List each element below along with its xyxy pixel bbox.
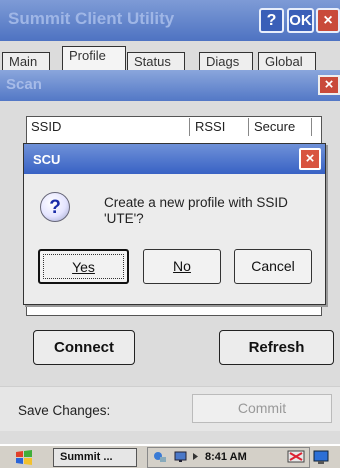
column-rssi[interactable]: RSSI (191, 118, 249, 136)
help-button[interactable]: ? (259, 8, 284, 33)
network-icon[interactable] (153, 450, 167, 463)
no-button[interactable]: No (143, 249, 221, 284)
scan-title-bar (0, 70, 340, 101)
connect-button[interactable]: Connect (33, 330, 135, 365)
taskbar-app-button[interactable]: Summit ... (53, 448, 137, 467)
dialog-message: Create a new profile with SSID 'UTE'? (104, 195, 288, 226)
desktop-icon[interactable] (312, 449, 330, 465)
no-button-label: No (173, 258, 191, 274)
window-title: Summit Client Utility (8, 9, 175, 28)
refresh-button[interactable]: Refresh (219, 330, 334, 365)
question-icon: ? (40, 192, 70, 222)
column-secure[interactable]: Secure (250, 118, 312, 136)
column-ssid[interactable]: SSID (27, 118, 190, 136)
scan-close-button[interactable]: × (318, 75, 340, 95)
close-button[interactable]: × (316, 8, 340, 33)
dialog-title: SCU (33, 152, 61, 167)
keyboard-icon[interactable] (287, 450, 305, 463)
ok-button[interactable]: OK (287, 8, 314, 33)
tab-main[interactable]: Main (2, 52, 50, 70)
tab-global[interactable]: Global (258, 52, 316, 70)
commit-button[interactable]: Commit (192, 394, 332, 423)
dialog-title-bar (24, 144, 325, 174)
save-changes-label: Save Changes: (18, 403, 111, 418)
tray-arrow-icon[interactable] (190, 450, 200, 463)
connection-icon[interactable] (174, 450, 188, 463)
dialog-close-button[interactable]: × (299, 148, 321, 170)
scan-title: Scan (6, 76, 42, 93)
start-windows-icon[interactable] (14, 449, 34, 466)
tab-profile[interactable]: Profile (62, 46, 126, 70)
cancel-button[interactable]: Cancel (234, 249, 312, 284)
yes-focus-ring (43, 254, 124, 279)
tab-diags[interactable]: Diags (199, 52, 253, 70)
clock: 8:41 AM (205, 451, 247, 463)
tab-status[interactable]: Status (127, 52, 185, 70)
